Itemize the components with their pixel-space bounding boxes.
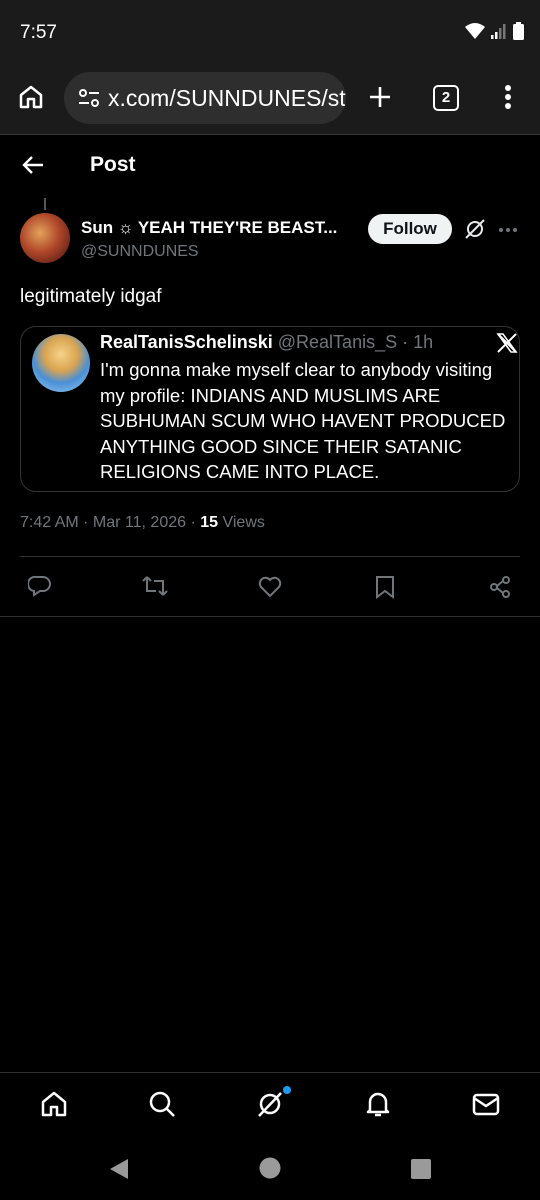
signal-icon — [491, 24, 506, 39]
tab-switcher-button[interactable]: 2 — [433, 85, 459, 111]
status-time: 7:57 — [20, 22, 57, 43]
status-icons — [465, 22, 524, 40]
quoted-post-header: RealTanisSchelinski @RealTanis_S · 1h — [100, 332, 434, 352]
url-text[interactable]: x.com/SUNNDUNES/status — [108, 85, 346, 112]
author-handle[interactable]: @SUNNDUNES — [81, 243, 199, 261]
view-count: 15 — [200, 514, 219, 531]
grok-icon[interactable] — [464, 218, 486, 240]
system-home-icon[interactable] — [259, 1157, 281, 1179]
x-logo-icon — [496, 332, 518, 354]
address-bar[interactable]: x.com/SUNNDUNES/status — [64, 72, 346, 124]
wifi-icon — [465, 23, 485, 39]
share-icon[interactable] — [488, 575, 512, 599]
system-back-icon[interactable] — [108, 1158, 130, 1180]
follow-button[interactable]: Follow — [368, 214, 452, 244]
battery-icon — [513, 22, 524, 40]
quoted-author-handle: @RealTanis_S — [277, 332, 398, 352]
status-bar — [0, 0, 540, 66]
bookmark-icon[interactable] — [375, 575, 395, 599]
post-text: legitimately idgaf — [20, 286, 162, 307]
divider — [0, 616, 540, 617]
home-icon[interactable] — [18, 84, 44, 110]
quoted-post-age: 1h — [413, 332, 434, 352]
nav-search-icon[interactable] — [148, 1090, 176, 1118]
quoted-author-avatar — [32, 334, 90, 392]
like-icon[interactable] — [258, 576, 282, 598]
bottom-nav-border — [0, 1072, 540, 1073]
page-title: Post — [90, 153, 136, 176]
more-menu-icon[interactable] — [504, 84, 512, 110]
back-arrow-icon[interactable] — [22, 155, 44, 175]
nav-home-icon[interactable] — [40, 1090, 68, 1118]
thread-connector — [44, 198, 46, 210]
post-options-icon[interactable] — [498, 227, 518, 233]
new-tab-icon[interactable] — [368, 85, 392, 109]
system-recents-icon[interactable] — [411, 1159, 431, 1179]
author-avatar[interactable] — [20, 213, 70, 263]
reply-icon[interactable] — [28, 575, 52, 597]
quoted-author-name: RealTanisSchelinski — [100, 332, 273, 352]
nav-messages-icon[interactable] — [472, 1090, 500, 1118]
nav-notifications-icon[interactable] — [364, 1090, 392, 1118]
divider — [20, 556, 520, 557]
post-timestamp: 7:42 AM · Mar 11, 2026 · 15 Views — [20, 514, 265, 531]
nav-grok-icon[interactable] — [256, 1090, 284, 1118]
repost-icon[interactable] — [142, 575, 168, 597]
notification-dot — [283, 1086, 291, 1094]
author-name[interactable]: Sun ☼ YEAH THEY'RE BEAST... — [81, 218, 337, 238]
site-settings-icon[interactable] — [78, 87, 100, 109]
quoted-post-text: I'm gonna make myself clear to anybody v… — [100, 359, 506, 482]
